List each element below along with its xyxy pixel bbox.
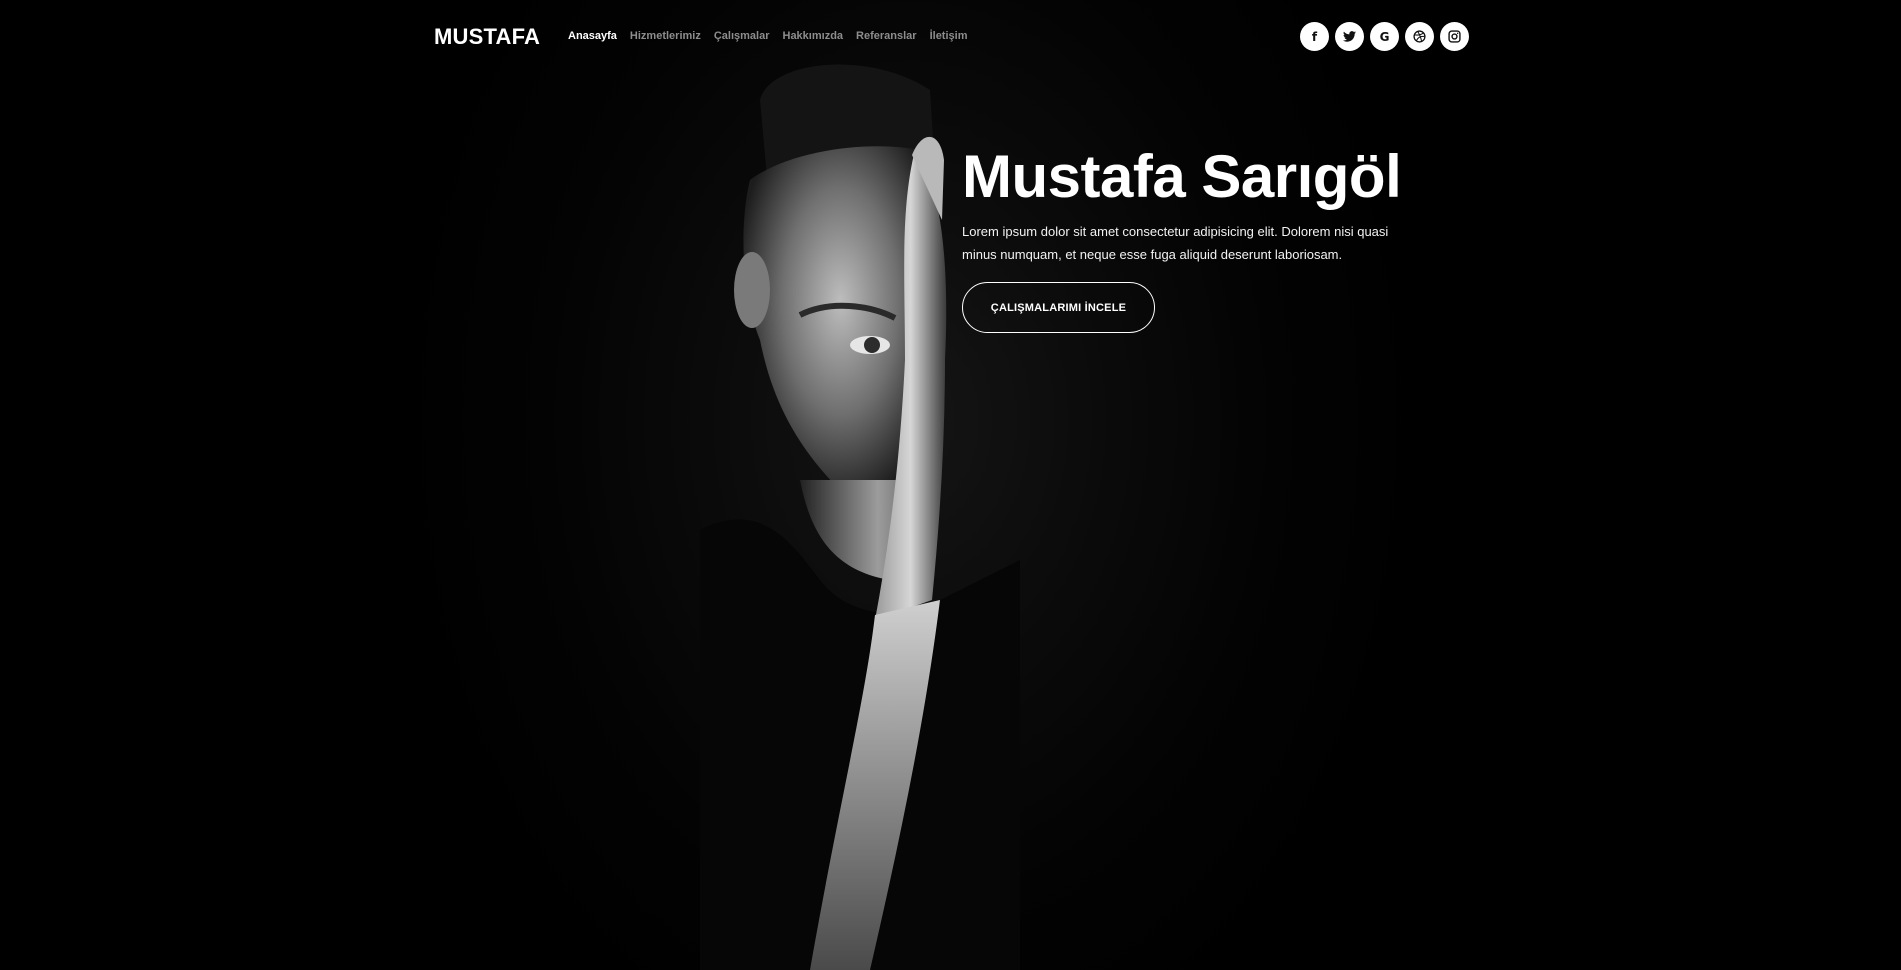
instagram-icon bbox=[1448, 30, 1461, 43]
hero-title: Mustafa Sarıgöl bbox=[962, 143, 1402, 210]
hero-description: Lorem ipsum dolor sit amet consectetur a… bbox=[962, 224, 1389, 262]
twitter-link[interactable] bbox=[1335, 22, 1364, 51]
top-navbar: MUSTAFA Anasayfa Hizmetlerimiz Çalışmala… bbox=[0, 0, 1901, 74]
main-menu: Anasayfa Hizmetlerimiz Çalışmalar Hakkım… bbox=[568, 30, 967, 42]
view-works-button[interactable]: ÇALIŞMALARIMI İNCELE bbox=[962, 282, 1155, 333]
nav-item-iletisim[interactable]: İletişim bbox=[930, 30, 968, 42]
nav-item-calismalar[interactable]: Çalışmalar bbox=[714, 30, 770, 42]
nav-item-referanslar[interactable]: Referanslar bbox=[856, 30, 917, 42]
twitter-icon bbox=[1343, 31, 1356, 42]
dribbble-link[interactable] bbox=[1405, 22, 1434, 51]
hero-section: MUSTAFA Anasayfa Hizmetlerimiz Çalışmala… bbox=[0, 0, 1901, 970]
hero-content: Mustafa Sarıgöl Lorem ipsum dolor sit am… bbox=[962, 140, 1432, 333]
dribbble-icon bbox=[1413, 30, 1426, 43]
nav-item-hizmetlerimiz[interactable]: Hizmetlerimiz bbox=[630, 30, 701, 42]
brand-logo[interactable]: MUSTAFA bbox=[434, 24, 540, 50]
social-links: f G bbox=[1300, 22, 1469, 51]
google-link[interactable]: G bbox=[1370, 22, 1399, 51]
instagram-link[interactable] bbox=[1440, 22, 1469, 51]
facebook-icon: f bbox=[1311, 29, 1318, 44]
nav-item-hakkimizda[interactable]: Hakkımızda bbox=[783, 30, 844, 42]
nav-item-anasayfa[interactable]: Anasayfa bbox=[568, 30, 617, 42]
google-icon: G bbox=[1379, 29, 1390, 44]
facebook-link[interactable]: f bbox=[1300, 22, 1329, 51]
